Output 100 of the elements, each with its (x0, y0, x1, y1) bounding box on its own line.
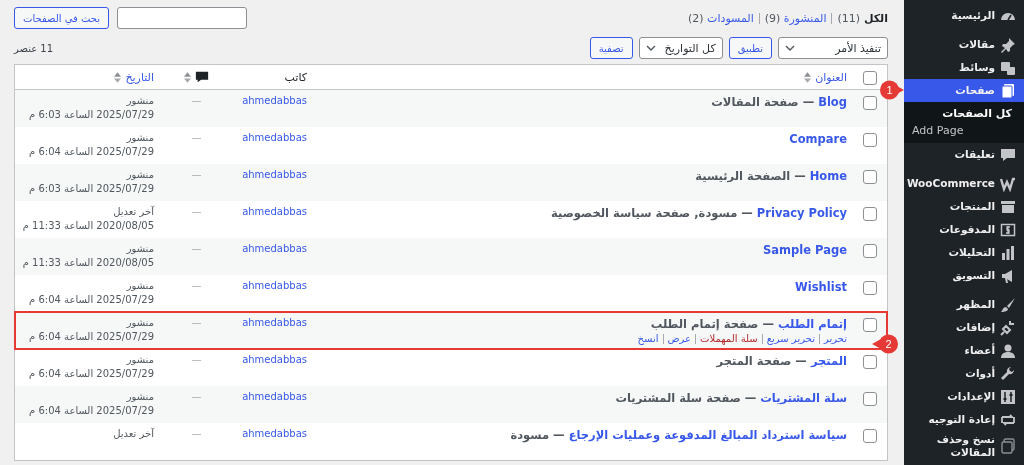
checkbox[interactable] (863, 133, 877, 147)
post-date: 2020/08/05 الساعة 11:33 م (22, 219, 154, 233)
sidebar-item[interactable]: نسخ وحذف المقالات (904, 431, 1024, 462)
checkbox[interactable] (863, 207, 877, 221)
page-state: — صفحة سلة المشتريات (615, 391, 758, 405)
item-count: 11 عنصر (14, 42, 54, 54)
author-link[interactable]: ahmedabbas (242, 131, 307, 145)
author-link[interactable]: ahmedabbas (242, 168, 307, 182)
sidebar-item[interactable]: تعليقات (904, 143, 1024, 166)
sidebar-item[interactable]: التحليلات (904, 241, 1024, 264)
sidebar-item[interactable]: المظهر (904, 293, 1024, 316)
checkbox[interactable] (863, 355, 877, 369)
money-icon (1000, 221, 1016, 238)
post-date: 2025/07/29 الساعة 6:04 م (29, 367, 154, 381)
comment-count: — (191, 131, 202, 145)
comment-count: — (191, 205, 202, 219)
sidebar-item[interactable]: صفحات (904, 79, 1024, 102)
wrench-icon (1000, 365, 1016, 382)
author-link[interactable]: ahmedabbas (242, 427, 307, 441)
sidebar-item[interactable]: التسويق (904, 264, 1024, 287)
author-link[interactable]: ahmedabbas (242, 316, 307, 330)
page-title-link[interactable]: Compare (789, 132, 847, 146)
author-link[interactable]: ahmedabbas (242, 390, 307, 404)
page-title-link[interactable]: Blog (818, 95, 847, 109)
post-date: 2025/07/29 الساعة 6:04 م (29, 330, 154, 344)
checkbox[interactable] (863, 318, 877, 332)
sidebar-item[interactable]: الرئيسية (904, 4, 1024, 27)
filter-button[interactable]: تصفية (589, 37, 633, 59)
sidebar-item[interactable]: أعضاء (904, 339, 1024, 362)
checkbox[interactable] (863, 170, 877, 184)
page-title-link[interactable]: Wishlist (795, 280, 847, 294)
comment-count: — (191, 168, 202, 182)
post-status: منشور (126, 353, 154, 367)
sidebar-item[interactable]: المدفوعات (904, 218, 1024, 241)
row-action-link[interactable]: تحرير (823, 332, 847, 346)
sidebar-item[interactable]: المنتجات (904, 195, 1024, 218)
post-date: 2025/07/29 الساعة 6:04 م (29, 145, 154, 159)
page-state: — صفحة المتجر (716, 354, 808, 368)
column-header-link[interactable]: العنوان (815, 70, 847, 84)
search-field[interactable] (117, 7, 247, 29)
page-title-link[interactable]: سلة المشتريات (760, 391, 847, 405)
submenu-item[interactable]: كل الصفحات (934, 105, 1024, 122)
author-link[interactable]: ahmedabbas (242, 205, 307, 219)
column-header-link[interactable]: التاريخ (125, 70, 154, 84)
post-status: منشور (126, 168, 154, 182)
sidebar-item[interactable]: إضافات (904, 316, 1024, 339)
page-state: — صفحة المقالات (711, 95, 816, 109)
pages-icon (1000, 82, 1016, 99)
row-action-link[interactable]: انسخ (637, 332, 659, 346)
plug-icon (1000, 319, 1016, 336)
dropdown[interactable]: كل التواريخ (638, 37, 723, 59)
post-date: 2025/07/29 الساعة 6:04 م (29, 293, 154, 307)
page-title-link[interactable]: Privacy Policy (756, 206, 847, 220)
page-title-link[interactable]: سياسة استرداد المبالغ المدفوعة وعمليات الإرجاع (568, 428, 847, 442)
sidebar-item[interactable]: إعادة التوجيه (904, 408, 1024, 431)
row-action-link[interactable]: تحرير سريع (766, 332, 815, 346)
sidebar-item[interactable]: أدوات (904, 362, 1024, 385)
post-date: 2025/07/29 الساعة 6:03 م (29, 108, 154, 122)
comment-icon (1000, 146, 1016, 163)
checkbox[interactable] (863, 71, 877, 85)
pin-icon (1000, 36, 1016, 53)
sidebar-item[interactable]: WooCommerce (904, 172, 1024, 195)
archive-icon (1000, 198, 1016, 215)
row-action-link[interactable]: عرض (667, 332, 692, 346)
page-state: — مسودة (510, 428, 566, 442)
comment-count: — (191, 316, 202, 330)
search-button[interactable]: بحث في الصفحات (14, 7, 109, 29)
page-title-link[interactable]: المتجر (810, 354, 847, 368)
sidebar-item[interactable]: وسائط (904, 56, 1024, 79)
comment-count: — (191, 279, 202, 293)
comment-count: — (191, 427, 202, 441)
checkbox[interactable] (863, 244, 877, 258)
page-title-link[interactable]: Home (809, 169, 847, 183)
page-state: — الصفحة الرئيسية (695, 169, 807, 183)
checkbox[interactable] (863, 281, 877, 295)
author-link[interactable]: ahmedabbas (242, 94, 307, 108)
page-title-link[interactable]: Sample Page (763, 243, 847, 257)
sidebar-item[interactable]: الإعدادات (904, 385, 1024, 408)
post-status: منشور (126, 242, 154, 256)
page-title-link[interactable]: إتمام الطلب (777, 317, 847, 331)
author-link[interactable]: ahmedabbas (242, 353, 307, 367)
comment-count: — (191, 390, 202, 404)
comment-count: — (191, 242, 202, 256)
checkbox[interactable] (863, 429, 877, 443)
sidebar-item[interactable]: مقالات (904, 33, 1024, 56)
checkbox[interactable] (863, 392, 877, 406)
post-status: آخر تعديل (113, 205, 154, 219)
checkbox[interactable] (863, 96, 877, 110)
trash-link[interactable]: سلة المهملات (700, 332, 758, 346)
page-state: — صفحة إتمام الطلب (650, 317, 775, 331)
post-status: منشور (126, 316, 154, 330)
sliders-icon (1000, 388, 1016, 405)
author-link[interactable]: ahmedabbas (242, 279, 307, 293)
dropdown[interactable]: تنفيذ الأمر (778, 37, 888, 59)
post-status: منشور (126, 279, 154, 293)
copy-icon (1000, 438, 1016, 455)
apply-button[interactable]: تطبيق (728, 37, 772, 59)
submenu-item[interactable]: Add Page (904, 122, 976, 139)
author-link[interactable]: ahmedabbas (242, 242, 307, 256)
post-status: آخر تعديل (113, 427, 154, 441)
